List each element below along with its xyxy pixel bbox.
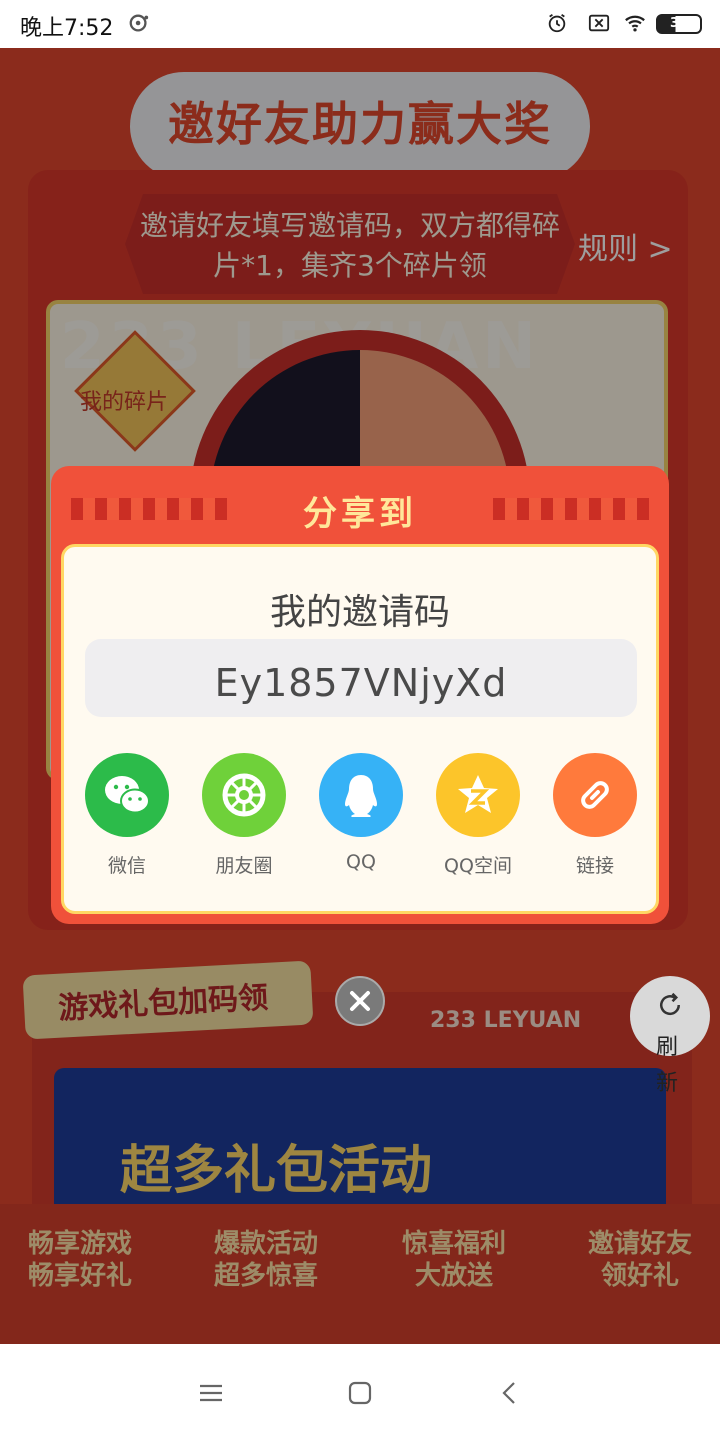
alarm-icon bbox=[548, 13, 566, 33]
battery-icon: 30 bbox=[656, 14, 702, 34]
status-bar: 晚上7:52 30 bbox=[0, 0, 720, 48]
invite-code-box[interactable]: Ey1857VNjyXd bbox=[85, 639, 637, 717]
refresh-label: 刷新 bbox=[656, 1035, 679, 1096]
invite-code-label: 我的邀请码 bbox=[269, 592, 450, 633]
moments-icon bbox=[202, 753, 286, 837]
close-icon bbox=[350, 991, 370, 1011]
share-qzone-button[interactable]: QQ空间 bbox=[428, 753, 528, 878]
dialog-body: 我的邀请码 Ey1857VNjyXd 微信 朋友圈 QQ QQ空间 链接 bbox=[61, 544, 659, 914]
share-wechat-button[interactable]: 微信 bbox=[77, 753, 177, 878]
home-icon[interactable] bbox=[347, 1380, 373, 1406]
menu-icon[interactable] bbox=[198, 1380, 224, 1406]
share-qq-button[interactable]: QQ bbox=[311, 753, 411, 873]
share-dialog: 分享到 我的邀请码 Ey1857VNjyXd 微信 朋友圈 QQ QQ空间 链接 bbox=[51, 466, 669, 924]
share-link-label: 链接 bbox=[575, 855, 614, 877]
wifi-icon bbox=[625, 15, 645, 32]
media-icon bbox=[129, 14, 149, 32]
share-moments-button[interactable]: 朋友圈 bbox=[194, 753, 294, 878]
system-nav-bar bbox=[0, 1344, 720, 1440]
invite-code-value: Ey1857VNjyXd bbox=[214, 661, 508, 705]
battery-level: 30 bbox=[669, 16, 689, 31]
share-wechat-label: 微信 bbox=[107, 855, 146, 877]
share-qq-label: QQ bbox=[346, 851, 376, 873]
share-link-button[interactable]: 链接 bbox=[545, 753, 645, 878]
qzone-icon bbox=[436, 753, 520, 837]
close-button[interactable] bbox=[335, 976, 385, 1026]
dialog-title: 分享到 bbox=[303, 494, 417, 534]
qq-icon bbox=[319, 753, 403, 837]
share-qzone-label: QQ空间 bbox=[444, 855, 512, 877]
status-time: 晚上7:52 bbox=[20, 16, 114, 41]
share-moments-label: 朋友圈 bbox=[215, 855, 273, 877]
wechat-icon bbox=[85, 753, 169, 837]
back-icon[interactable] bbox=[497, 1380, 523, 1406]
link-icon bbox=[553, 753, 637, 837]
sim-off-icon bbox=[588, 14, 610, 32]
refresh-icon bbox=[660, 992, 681, 1016]
